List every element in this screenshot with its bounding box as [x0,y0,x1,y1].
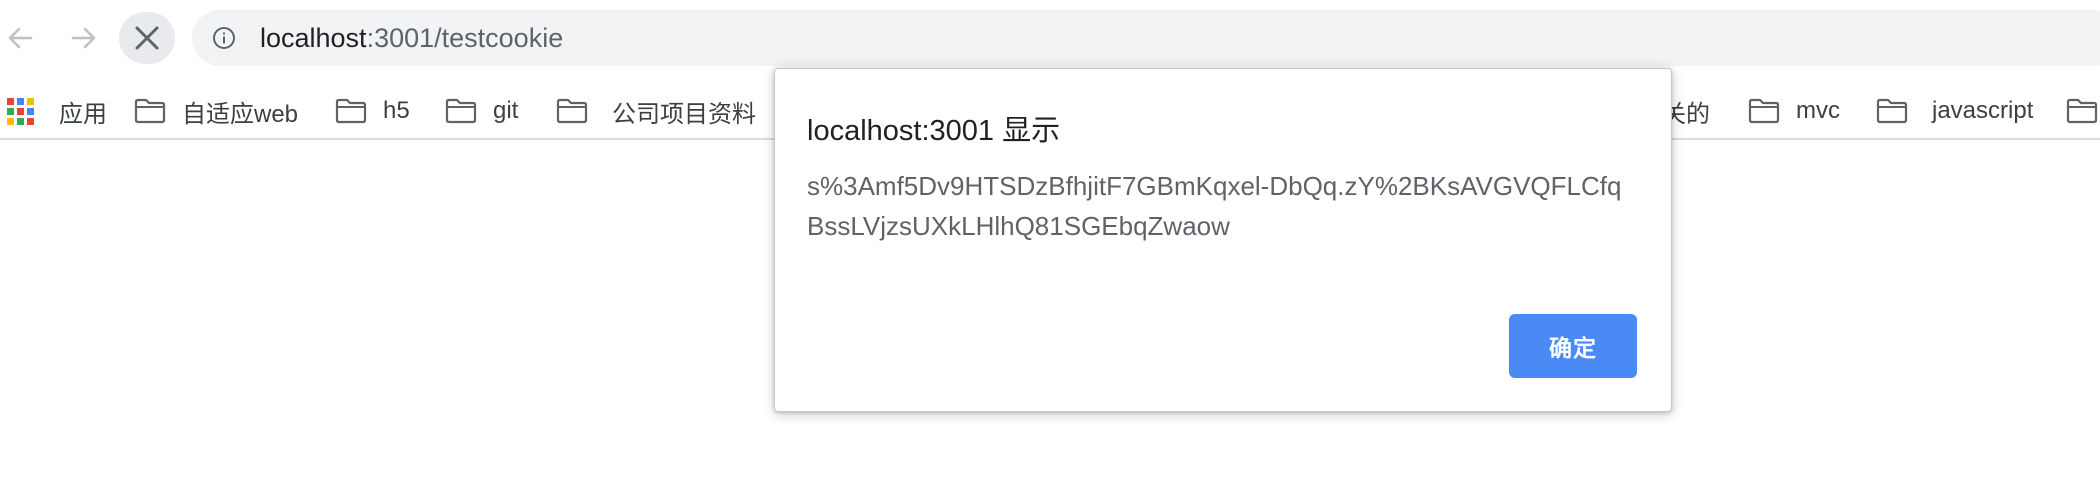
dialog-message: s%3Amf5Dv9HTSDzBfhjitF7GBmKqxel-DbQq.zY%… [807,171,1622,241]
bookmark-label: 应用 [59,100,107,128]
arrow-right-icon [71,27,96,49]
bookmark-label: git [493,97,519,124]
bookmark-folder-company-docs[interactable]: 公司项目资料 [556,84,756,138]
folder-icon [445,98,477,124]
bookmark-label: mvc [1796,97,1840,124]
url-text[interactable]: localhost:3001/testcookie [260,22,563,54]
bookmark-folder-adaptive-web[interactable]: 自适应web [134,84,298,138]
arrow-left-icon [8,27,33,49]
bookmark-folder-h5[interactable]: h5 [335,84,410,138]
close-icon [135,26,159,50]
url-host: localhost [260,23,367,53]
url-path: :3001/testcookie [366,23,564,53]
bookmark-folder-javascript[interactable]: javascript [1876,84,2033,138]
bookmark-label: javascript [1932,97,2034,124]
folder-icon [335,98,367,124]
stop-loading-button[interactable] [119,12,175,64]
address-bar[interactable]: localhost:3001/testcookie [192,10,2100,66]
bookmark-label: 自适应web [182,100,299,128]
back-button[interactable] [0,18,40,58]
alert-dialog: localhost:3001 显示 s%3Amf5Dv9HTSDzBfhjitF… [774,68,1672,412]
folder-icon [134,98,166,124]
ok-button[interactable]: 确定 [1509,314,1637,378]
bookmark-label: h5 [383,97,410,124]
bookmark-label: 公司项目资料 [612,100,756,128]
folder-icon [1876,98,1908,124]
bookmark-folder-git[interactable]: git [445,84,518,138]
folder-icon [1748,98,1780,124]
folder-icon [2066,98,2098,124]
dialog-title: localhost:3001 显示 [807,115,1061,147]
info-icon[interactable] [212,26,236,50]
forward-button[interactable] [64,18,104,58]
bookmark-apps[interactable]: 应用 [7,84,107,138]
folder-icon [556,98,588,124]
bookmark-folder-overflow[interactable] [2066,84,2098,138]
apps-grid-icon [7,97,34,125]
bookmark-folder-mvc[interactable]: mvc [1748,84,1840,138]
